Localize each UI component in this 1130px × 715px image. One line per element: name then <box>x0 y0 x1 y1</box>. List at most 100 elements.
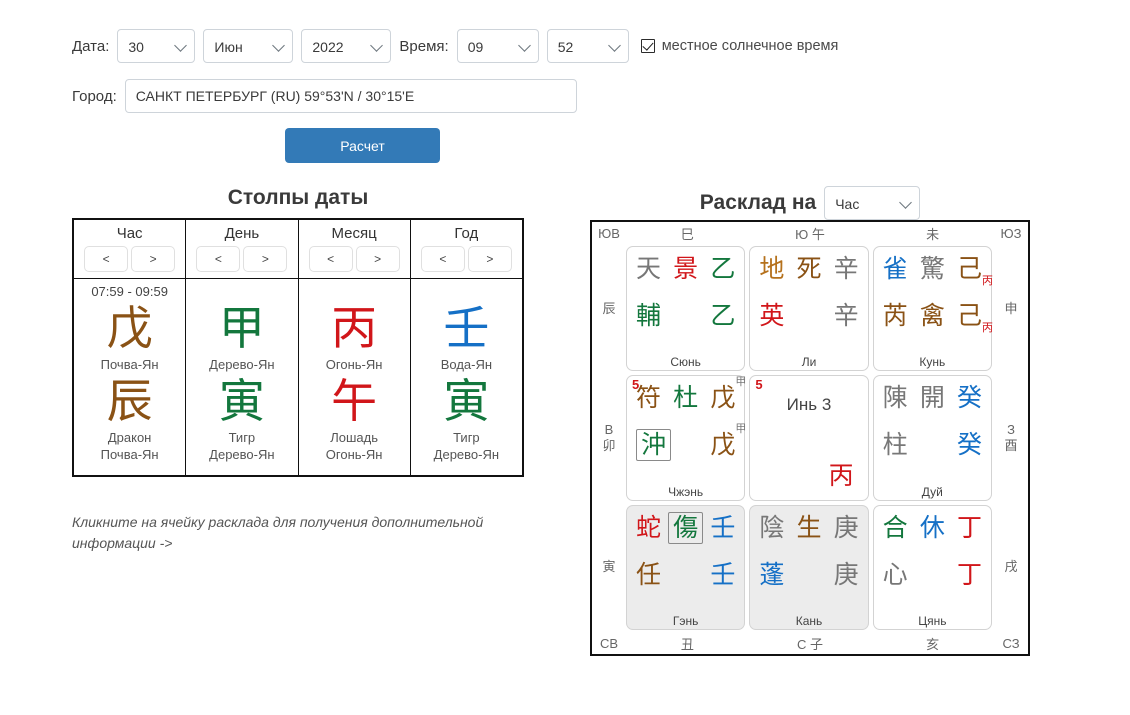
edge-label: СВ <box>599 635 619 651</box>
pillar-time-range <box>299 283 410 300</box>
pillar-prev-button[interactable]: < <box>420 246 465 272</box>
qimen-period-select[interactable]: Час <box>824 186 921 220</box>
minute-select[interactable]: 52 <box>546 29 629 63</box>
year-select[interactable]: 2022 <box>301 29 392 63</box>
qimen-palace-cell[interactable]: 陰生庚蓬口庚 Кань <box>749 504 869 630</box>
qimen-palace-cell[interactable]: 地死辛英口辛 Ли <box>749 246 869 372</box>
pillar-title: Час <box>116 225 143 242</box>
pillars-table: Час < >07:59 - 09:59 戊 Почва-Ян 辰 Дракон Почва-… <box>72 218 524 477</box>
solar-time-checkbox-wrap[interactable]: местное солнечное время <box>640 38 839 54</box>
month-select[interactable]: Июн <box>203 29 294 63</box>
pillar-title: Месяц <box>331 225 377 242</box>
qimen-center-glyph: 丙 <box>828 460 854 490</box>
qimen-glyph: 傷 <box>668 511 704 544</box>
qimen-glyph: 輔 <box>636 301 662 330</box>
pillar-body[interactable]: 丙 Огонь-Ян 午 Лошадь Огонь-Ян <box>299 279 410 475</box>
pillar-time-range <box>186 283 297 300</box>
qimen-glyph: 任 <box>636 559 662 589</box>
palace-badge: 5 <box>755 377 763 393</box>
pillar-header: День < > <box>186 220 298 279</box>
pillar-prev-button[interactable]: < <box>196 246 241 272</box>
edge-label: 未 <box>926 226 940 242</box>
qimen-glyph-row: 符杜戊甲 <box>636 376 746 429</box>
edge-label-branch: 酉 <box>1004 437 1018 453</box>
qimen-palace-cell[interactable]: 合休丁心口丁 Цянь <box>872 504 992 630</box>
qimen-glyph: 乙 <box>710 301 736 330</box>
qimen-palace-cell[interactable]: 5符杜戊甲沖口戊甲Чжэнь <box>626 375 747 501</box>
qimen-glyph: 芮 <box>882 301 908 330</box>
pillar-branch-glyph: 寅 <box>218 374 265 428</box>
pillar-stem-desc: Почва-Ян <box>100 357 159 372</box>
pillar-header: Месяц < > <box>298 220 410 279</box>
qimen-palace-cell[interactable]: 蛇傷壬任口壬 Гэнь <box>626 504 746 630</box>
pillar-header: Час < > <box>74 220 186 279</box>
city-input[interactable] <box>124 79 577 113</box>
day-select[interactable]: 30 <box>117 29 196 63</box>
qimen-glyph-row: 柱口癸 <box>883 429 982 476</box>
pillar-nav: < > <box>299 246 410 276</box>
qimen-palace-cell[interactable]: 陳開癸柱口癸 Дуй <box>872 375 992 501</box>
qimen-glyph-superscript: 甲 <box>735 422 747 436</box>
qimen-palace-cell[interactable]: 5 Инь 3 丙 <box>749 375 869 501</box>
pillar-body[interactable]: 07:59 - 09:59 戊 Почва-Ян 辰 Дракон Почва-Ян <box>74 279 185 475</box>
qimen-glyph-row: 任口壬 <box>636 559 735 606</box>
pillar-prev-button[interactable]: < <box>84 246 129 272</box>
qimen-glyph: 辛 <box>833 301 859 330</box>
chevron-down-icon <box>272 39 286 52</box>
qimen-glyph-row: 輔口乙 <box>636 300 735 347</box>
qimen-glyph-subscript: 丙 <box>981 321 993 334</box>
pillar-branch-animal: Тигр <box>228 430 256 445</box>
qimen-left-edge: 辰 В卯寅 <box>592 244 626 632</box>
pillar-stem-glyph: 壬 <box>443 301 490 355</box>
pillar-prev-button[interactable]: < <box>308 246 353 272</box>
palace-name: Ли <box>801 355 817 370</box>
pillar-body[interactable]: 壬 Вода-Ян 寅 Тигр Дерево-Ян <box>411 279 522 475</box>
day-select-value: 30 <box>128 39 144 55</box>
qimen-glyph-row: 天景乙 <box>636 253 735 300</box>
pillar-time-range <box>411 283 522 300</box>
edge-label-branch: 辰 <box>602 300 616 316</box>
edge-label: З酉 <box>994 373 1028 502</box>
pillar-next-button[interactable]: > <box>467 246 512 272</box>
pillar-next-button[interactable]: > <box>355 246 400 272</box>
date-time-row: Дата: 30 Июн 2022 Время: 09 52 местное с… <box>72 29 838 63</box>
qimen-glyph-row: 蓬口庚 <box>759 559 858 606</box>
edge-label: ЮЗ <box>1000 225 1022 241</box>
pillar-next-button[interactable]: > <box>243 246 288 272</box>
qimen-glyph-row: 合休丁 <box>883 512 982 559</box>
calculate-button[interactable]: Расчет <box>285 128 440 163</box>
solar-time-checkbox[interactable] <box>640 39 655 53</box>
qimen-palace-cell[interactable]: 天景乙輔口乙 Сюнь <box>626 246 746 372</box>
solar-time-label: местное солнечное время <box>661 38 839 54</box>
city-row: Город: <box>72 79 577 113</box>
pillar-branch-glyph: 寅 <box>443 374 490 428</box>
qimen-glyph: 壬 <box>710 512 736 542</box>
qimen-glyph: 符 <box>636 383 662 413</box>
hour-select-value: 09 <box>467 39 484 55</box>
palace-name: Цянь <box>918 614 947 628</box>
edge-label-latin: З <box>1007 421 1015 437</box>
pillar-title: Год <box>454 225 479 242</box>
qimen-glyph: 死 <box>796 254 822 283</box>
edge-label: Ю 午 <box>795 226 825 242</box>
year-select-value: 2022 <box>312 39 344 55</box>
qimen-glyph: 乙 <box>710 254 736 283</box>
pillar-column: Месяц < > 丙 Огонь-Ян 午 Лошадь Огонь-Ян <box>298 220 411 475</box>
palace-name: Кань <box>795 614 823 628</box>
qimen-glyph-superscript: 甲 <box>735 375 747 389</box>
qimen-glyph: 雀 <box>882 254 908 283</box>
pillar-body[interactable]: 甲 Дерево-Ян 寅 Тигр Дерево-Ян <box>186 279 297 475</box>
qimen-glyph: 己丙 <box>956 254 993 287</box>
edge-label: 戌 <box>994 503 1028 632</box>
hour-select[interactable]: 09 <box>456 29 539 63</box>
qimen-glyph: 心 <box>882 559 908 589</box>
qimen-glyph: 己丙 <box>956 301 993 334</box>
chevron-down-icon <box>517 39 531 52</box>
pillar-next-button[interactable]: > <box>131 246 176 272</box>
qimen-palace-cell[interactable]: 雀驚己丙芮禽己丙 Кунь <box>872 246 993 372</box>
pillar-branch-desc: Огонь-Ян <box>325 447 383 462</box>
qimen-glyph: 生 <box>796 512 822 542</box>
qimen-glyph: 癸 <box>956 430 982 460</box>
pillar-stem-glyph: 甲 <box>218 301 265 355</box>
qimen-glyph: 陳 <box>882 383 908 413</box>
